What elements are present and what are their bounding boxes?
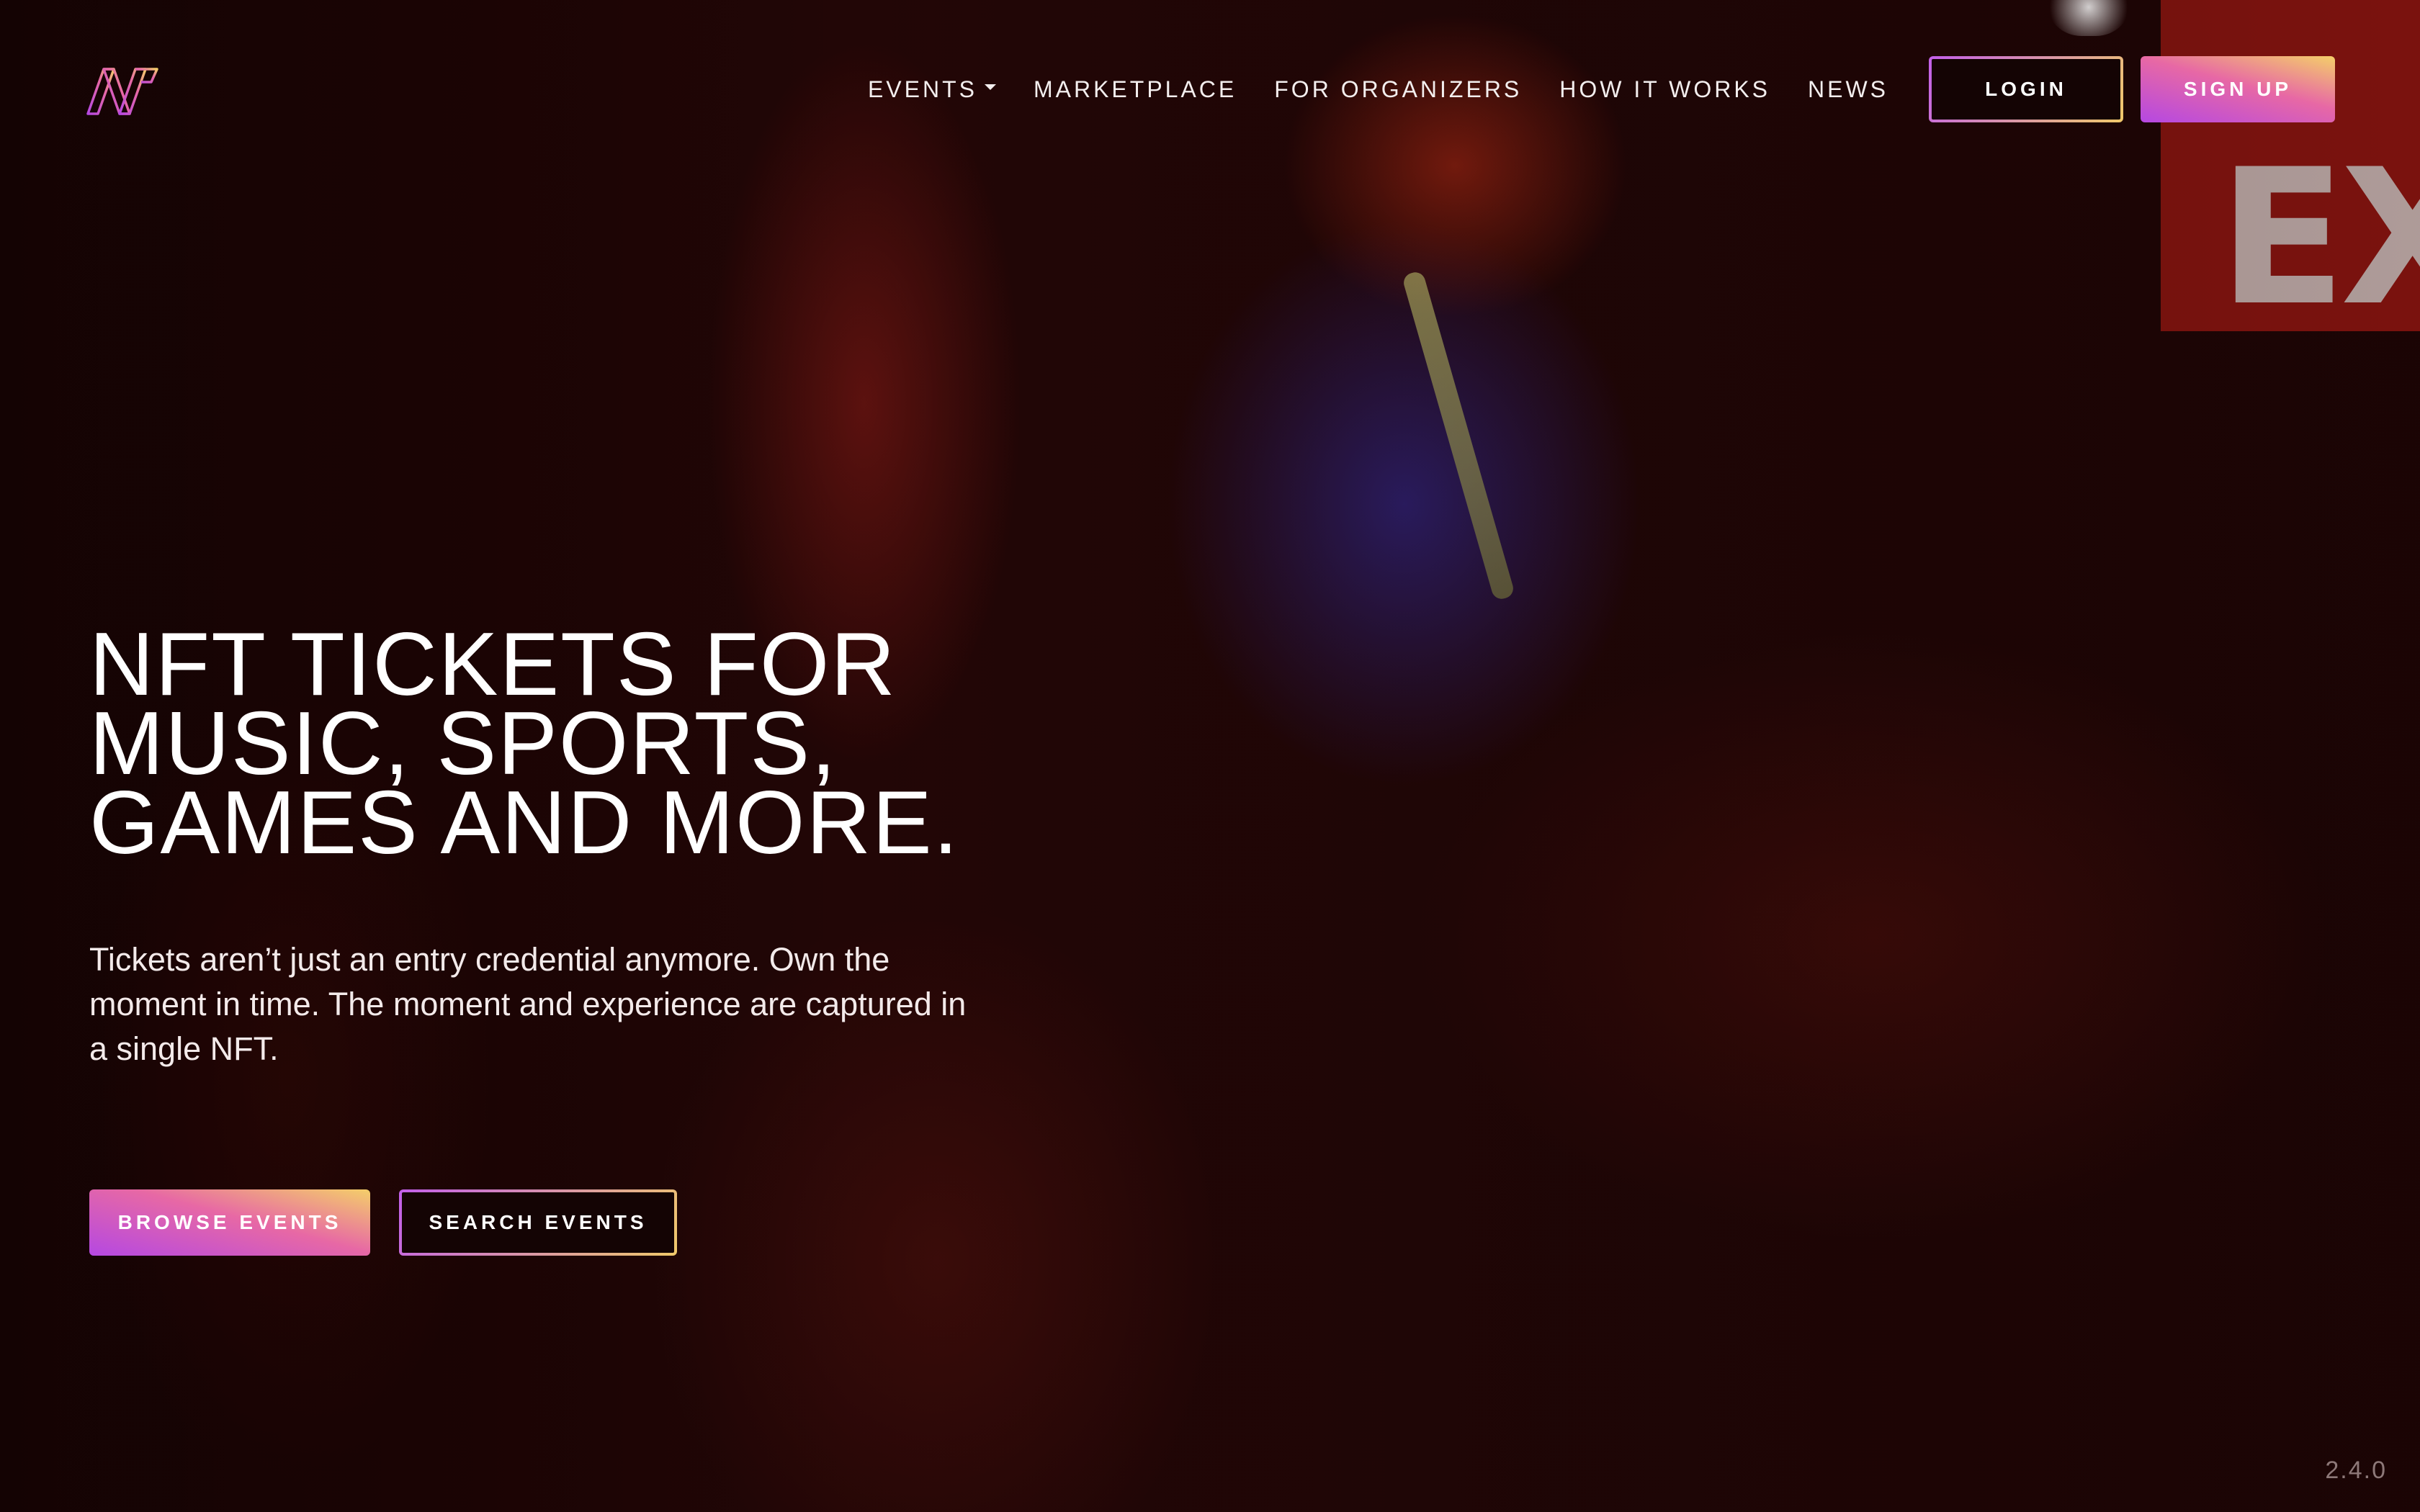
hero-headline-line-3: GAMES AND MORE. xyxy=(89,773,960,873)
hero-headline: NFT TICKETS FOR MUSIC, SPORTS, GAMES AND… xyxy=(89,615,1026,873)
chevron-down-icon xyxy=(984,84,996,90)
browse-events-button[interactable]: BROWSE EVENTS xyxy=(89,1189,370,1256)
version-label: 2.4.0 xyxy=(2325,1457,2387,1484)
sign-up-button[interactable]: SIGN UP xyxy=(2141,56,2335,122)
search-events-button[interactable]: SEARCH EVENTS xyxy=(399,1189,677,1256)
hero-headline-line-1: NFT TICKETS FOR xyxy=(89,615,897,714)
nav-item-events[interactable]: EVENTS xyxy=(868,76,996,103)
nav-item-events-label: EVENTS xyxy=(867,76,977,102)
nav-item-news[interactable]: NEWS xyxy=(1808,76,1888,103)
main-nav: EVENTS MARKETPLACE FOR ORGANIZERS HOW IT… xyxy=(830,56,2335,122)
nav-item-how-it-works[interactable]: HOW IT WORKS xyxy=(1559,76,1770,103)
hero-cta-row: BROWSE EVENTS SEARCH EVENTS xyxy=(89,1189,677,1256)
hero-headline-line-2: MUSIC, SPORTS, xyxy=(89,694,838,793)
hero-section: EX EVENTS MARKETPLA xyxy=(0,0,2420,1512)
login-button[interactable]: LOGIN xyxy=(1929,56,2123,122)
hexagon-n-logo-icon[interactable] xyxy=(85,63,160,120)
nav-item-for-organizers[interactable]: FOR ORGANIZERS xyxy=(1274,76,1522,103)
nav-item-marketplace[interactable]: MARKETPLACE xyxy=(1034,76,1237,103)
hero-subtext: Tickets aren’t just an entry credential … xyxy=(89,941,967,1067)
